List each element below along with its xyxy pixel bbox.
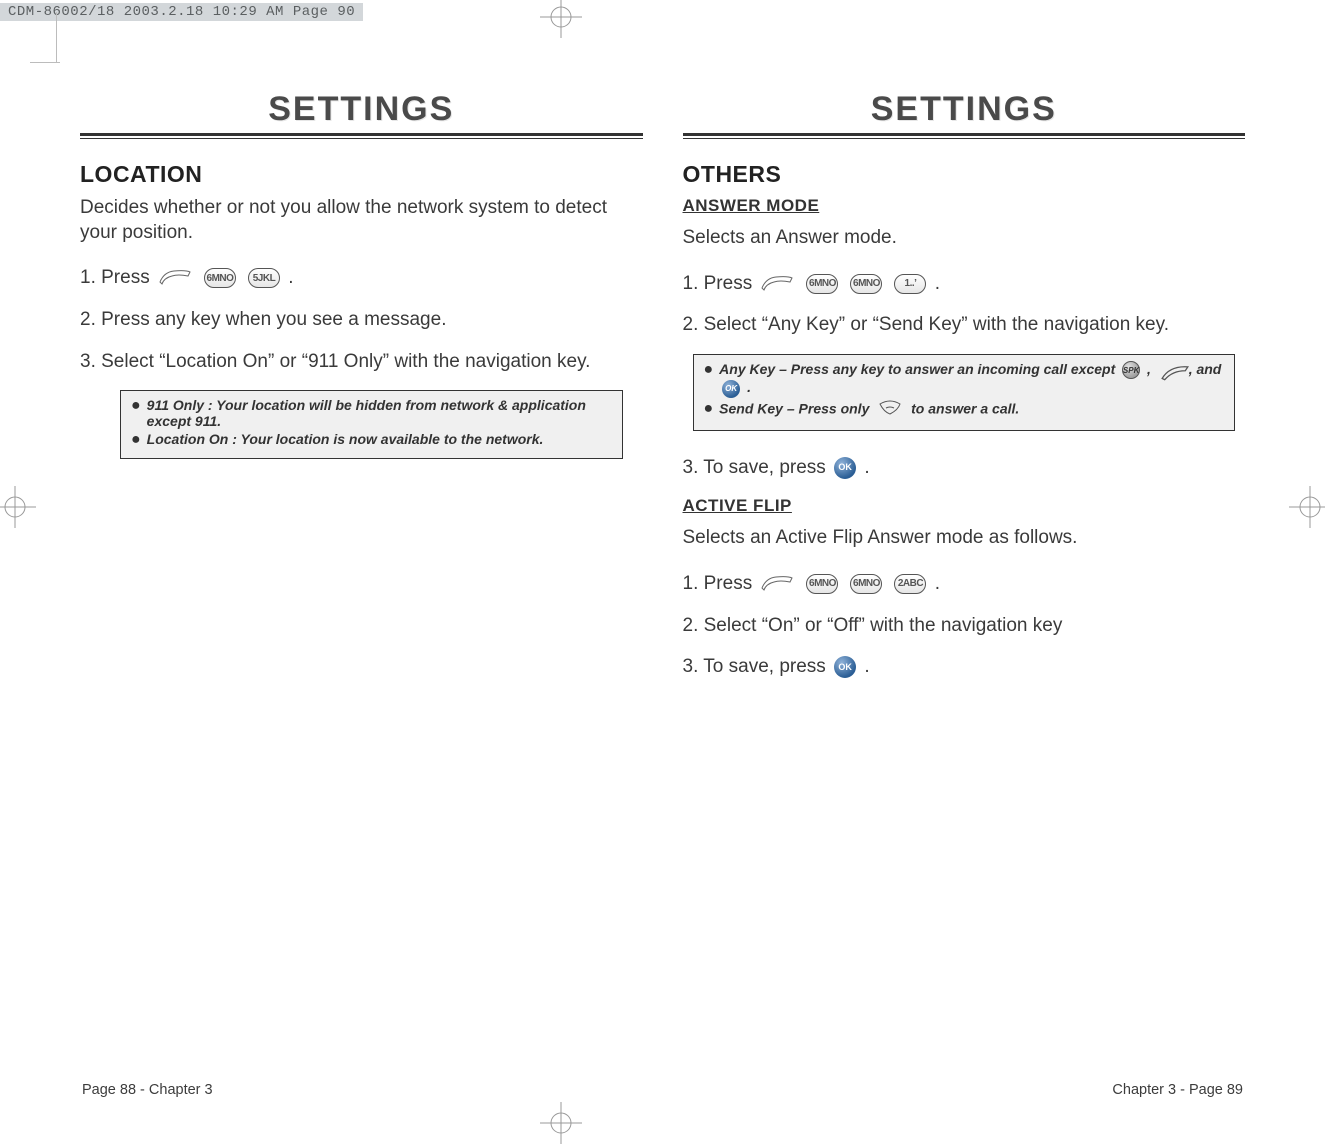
section-heading: OTHERS	[683, 161, 1246, 188]
step-text: 1. Press	[683, 573, 758, 594]
step-1: 1. Press 6MNO 6MNO 1..’ .	[683, 271, 1246, 297]
step-1: 1. Press 6MNO 5JKL .	[80, 265, 643, 291]
rule	[80, 138, 643, 139]
key-5-icon: 5JKL	[248, 268, 280, 288]
print-header-strip: CDM-86002/18 2003.2.18 10:29 AM Page 90	[0, 3, 363, 21]
page-footer: Chapter 3 - Page 89	[683, 1078, 1246, 1098]
right-page: SETTINGS OTHERS ANSWER MODE Selects an A…	[683, 90, 1246, 1098]
note-text: Location On : Your location is now avail…	[147, 431, 612, 447]
left-page: SETTINGS LOCATION Decides whether or not…	[80, 90, 643, 1098]
note-text: 911 Only : Your location will be hidden …	[147, 397, 612, 429]
registration-mark-icon	[1289, 486, 1325, 528]
section-heading: LOCATION	[80, 161, 643, 188]
bullet-icon: ●	[131, 432, 141, 448]
step-2: 2. Press any key when you see a message.	[80, 307, 643, 333]
ok-key-icon: OK	[834, 457, 856, 479]
intro-text: Selects an Active Flip Answer mode as fo…	[683, 526, 1246, 551]
registration-mark-icon	[540, 0, 582, 38]
page-footer: Page 88 - Chapter 3	[80, 1078, 643, 1098]
intro-text: Decides whether or not you allow the net…	[80, 196, 643, 245]
step-1: 1. Press 6MNO 6MNO 2ABC .	[683, 571, 1246, 597]
rule	[683, 133, 1246, 136]
registration-mark-icon	[0, 486, 36, 528]
softkey-icon	[1158, 363, 1182, 377]
step-text: .	[935, 573, 940, 594]
bullet-icon: ●	[131, 398, 141, 414]
subsection-heading: ACTIVE FLIP	[683, 496, 1246, 516]
print-header-text: CDM-86002/18 2003.2.18 10:29 AM Page 90	[8, 4, 355, 20]
ok-key-icon: OK	[722, 380, 740, 398]
menu-key-icon	[760, 574, 794, 592]
menu-key-icon	[760, 274, 794, 292]
step-text: 1. Press	[683, 273, 758, 294]
send-key-icon	[876, 400, 904, 420]
note-box: ● 911 Only : Your location will be hidde…	[120, 390, 623, 459]
key-6-icon: 6MNO	[204, 268, 236, 288]
step-2: 2. Select “On” or “Off” with the navigat…	[683, 613, 1246, 639]
page-title: SETTINGS	[80, 90, 643, 129]
menu-key-icon	[158, 268, 192, 286]
step-text: .	[935, 273, 940, 294]
note-box: ● Any Key – Press any key to answer an i…	[693, 354, 1236, 431]
key-6-icon: 6MNO	[850, 574, 882, 594]
rule	[80, 133, 643, 136]
key-6-icon: 6MNO	[850, 274, 882, 294]
step-text: 3. To save, press	[683, 457, 832, 478]
step-3: 3. To save, press OK .	[683, 654, 1246, 680]
rule	[683, 138, 1246, 139]
crop-mark	[30, 62, 60, 63]
key-6-icon: 6MNO	[806, 574, 838, 594]
step-text: .	[864, 457, 869, 478]
subsection-heading: ANSWER MODE	[683, 196, 1246, 216]
crop-mark	[56, 12, 57, 62]
step-3: 3. Select “Location On” or “911 Only” wi…	[80, 349, 643, 375]
note-text: Send Key – Press only to answer a call.	[719, 400, 1224, 420]
bullet-icon: ●	[704, 401, 714, 417]
step-text: 3. To save, press	[683, 656, 832, 677]
key-6-icon: 6MNO	[806, 274, 838, 294]
bullet-icon: ●	[704, 362, 714, 378]
step-text: .	[288, 267, 293, 288]
note-text: Any Key – Press any key to answer an inc…	[719, 361, 1224, 398]
step-text: .	[864, 656, 869, 677]
key-2-icon: 2ABC	[894, 574, 926, 594]
page-title: SETTINGS	[683, 90, 1246, 129]
spk-key-icon: SPK	[1122, 361, 1140, 379]
step-2: 2. Select “Any Key” or “Send Key” with t…	[683, 312, 1246, 338]
intro-text: Selects an Answer mode.	[683, 226, 1246, 251]
step-3: 3. To save, press OK .	[683, 455, 1246, 481]
step-text: 1. Press	[80, 267, 155, 288]
ok-key-icon: OK	[834, 656, 856, 678]
key-1-icon: 1..’	[894, 274, 926, 294]
